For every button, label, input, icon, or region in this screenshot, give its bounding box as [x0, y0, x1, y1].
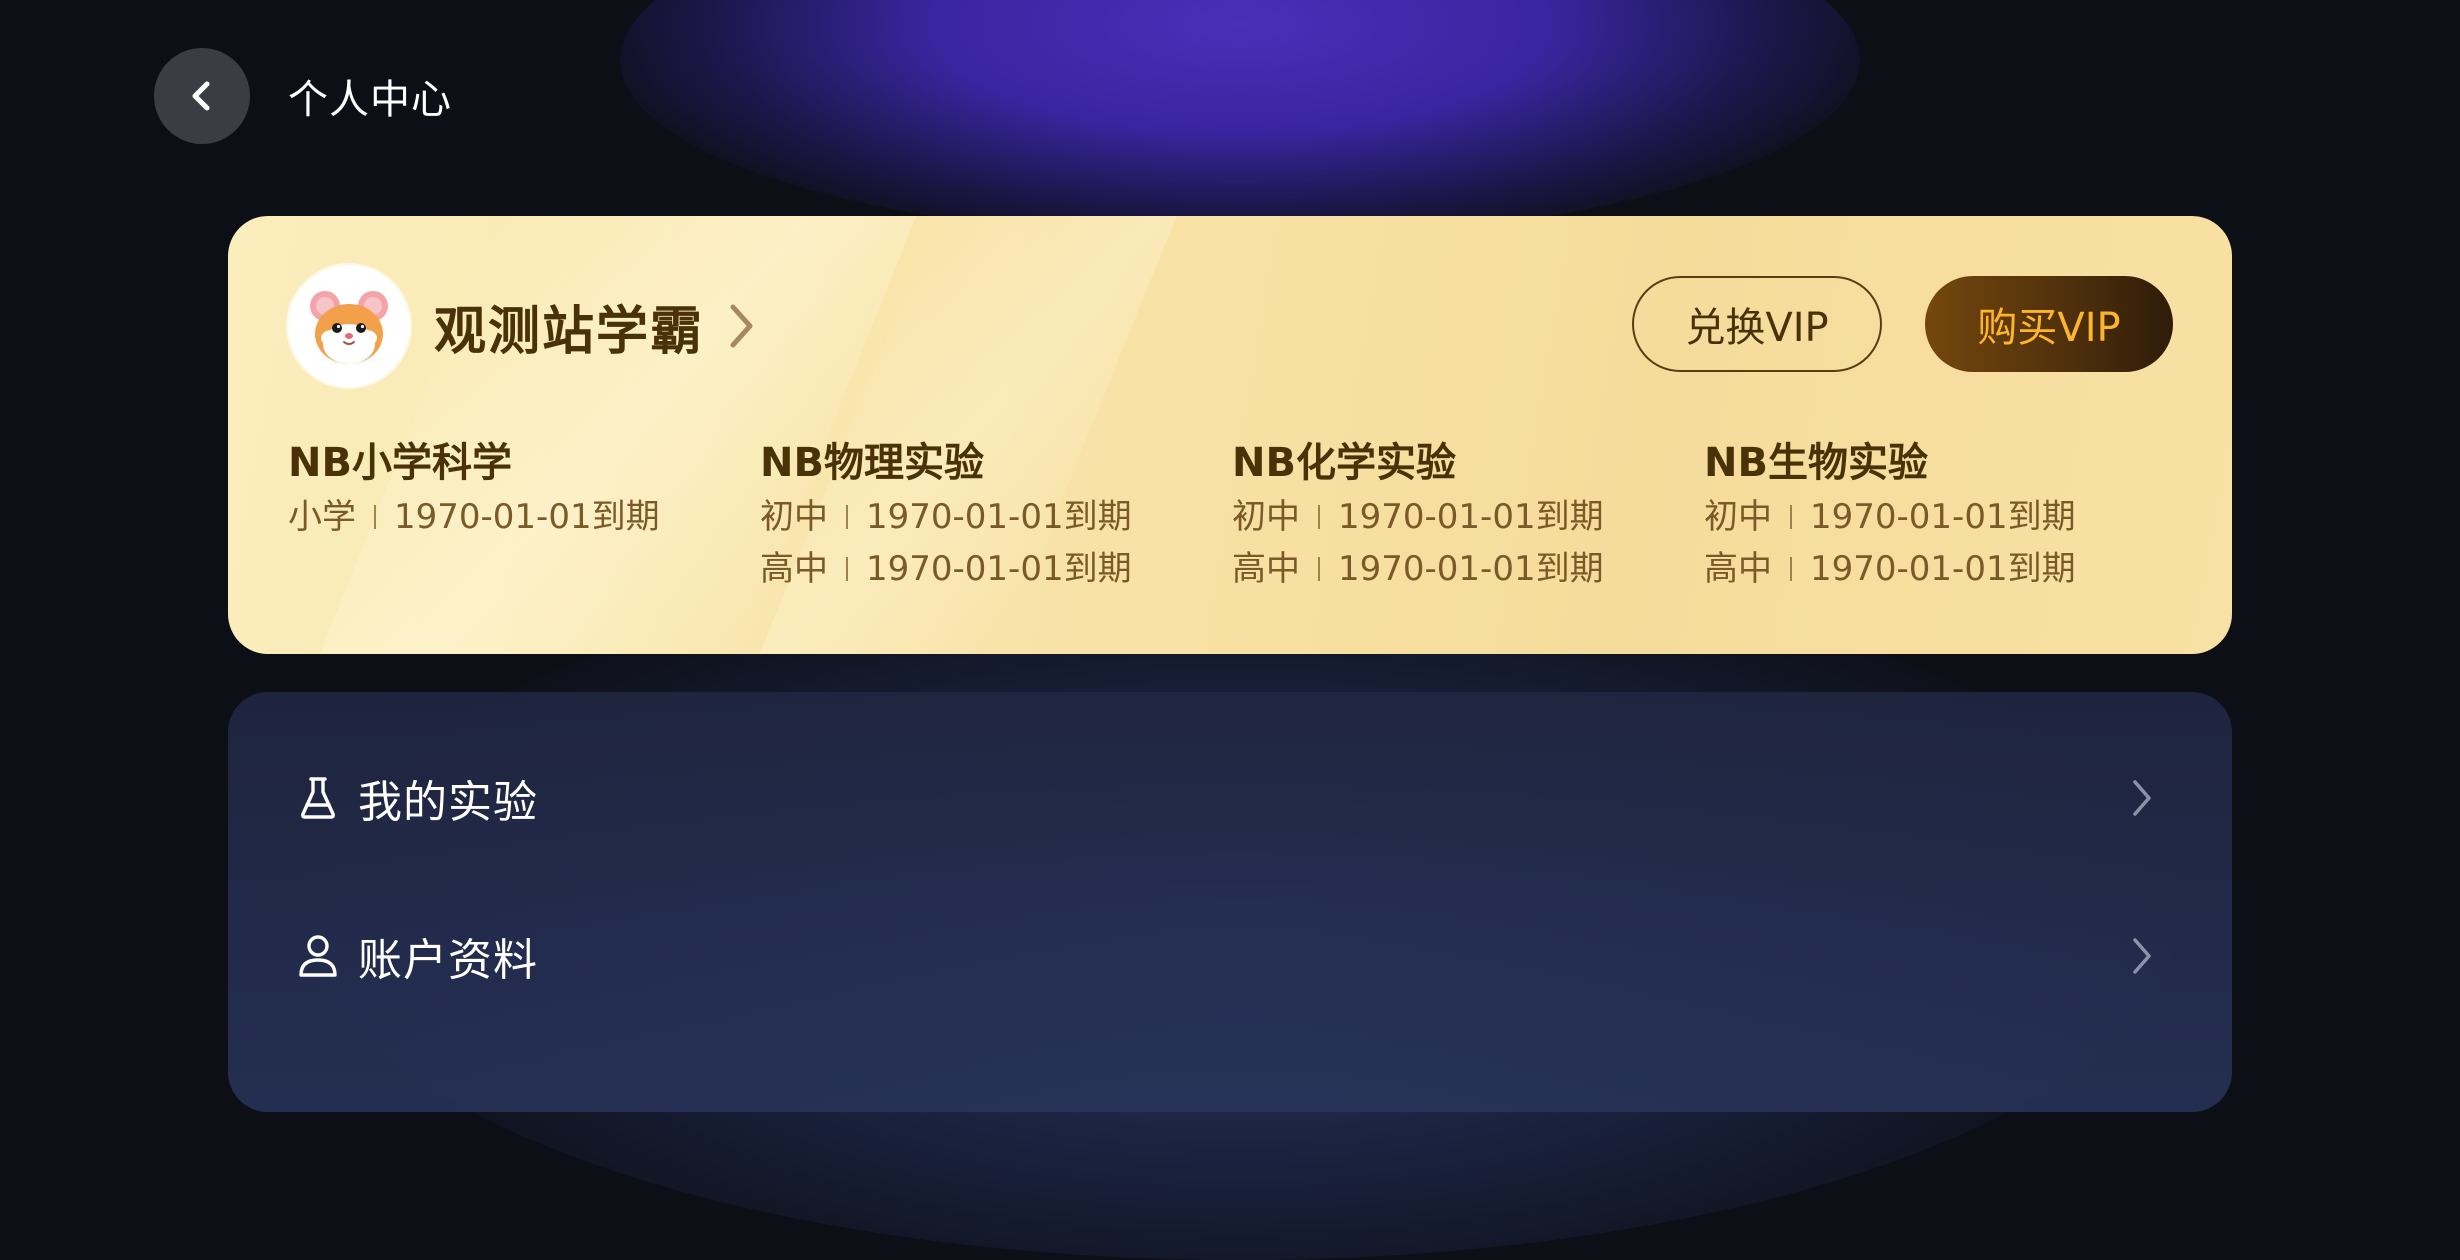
username: 观测站学霸 [434, 301, 705, 362]
subject-physics: NB物理实验 初中 1970-01-01到期 高中 1970-01-01到期 [760, 438, 1200, 592]
subject-elementary-science: NB小学科学 小学 1970-01-01到期 [288, 438, 728, 540]
subject-level-row: 高中 1970-01-01到期 [1232, 546, 1672, 592]
divider [846, 557, 848, 581]
subject-level-row: 初中 1970-01-01到期 [1704, 494, 2144, 540]
subject-name: NB生物实验 [1704, 440, 1928, 486]
subject-level-row: 高中 1970-01-01到期 [760, 546, 1200, 592]
expiry-date: 1970-01-01到期 [1338, 549, 1604, 589]
level-label: 高中 [1704, 549, 1772, 589]
level-label: 小学 [288, 497, 356, 537]
vip-card: 观测站学霸 兑换VIP 购买VIP NB小学科学 小学 1970-01-01到期… [228, 216, 2232, 654]
level-label: 初中 [1232, 497, 1300, 537]
buy-vip-button[interactable]: 购买VIP [1925, 276, 2173, 372]
expiry-date: 1970-01-01到期 [1810, 497, 2076, 537]
subject-biology: NB生物实验 初中 1970-01-01到期 高中 1970-01-01到期 [1704, 438, 2144, 592]
level-label: 高中 [1232, 549, 1300, 589]
subject-name: NB小学科学 [288, 440, 512, 486]
page-title: 个人中心 [288, 77, 452, 123]
top-purple-glow [620, 0, 1860, 240]
divider [1790, 557, 1792, 581]
expiry-date: 1970-01-01到期 [866, 549, 1132, 589]
level-label: 初中 [760, 497, 828, 537]
subject-level-row: 小学 1970-01-01到期 [288, 494, 728, 540]
flask-icon [296, 776, 340, 820]
subject-chemistry: NB化学实验 初中 1970-01-01到期 高中 1970-01-01到期 [1232, 438, 1672, 592]
divider [1318, 557, 1320, 581]
chevron-right-icon [2130, 936, 2154, 976]
menu-label: 账户资料 [358, 935, 538, 986]
menu-item-account-info[interactable]: 账户资料 [228, 886, 2232, 1026]
level-label: 高中 [760, 549, 828, 589]
level-label: 初中 [1704, 497, 1772, 537]
back-button[interactable] [154, 48, 250, 144]
expiry-date: 1970-01-01到期 [1810, 549, 2076, 589]
subject-name: NB物理实验 [760, 440, 984, 486]
chevron-right-icon [2130, 778, 2154, 818]
divider [1318, 505, 1320, 529]
redeem-vip-button[interactable]: 兑换VIP [1632, 276, 1882, 372]
expiry-date: 1970-01-01到期 [1338, 497, 1604, 537]
user-profile-link[interactable]: 观测站学霸 [288, 264, 756, 388]
divider [374, 505, 376, 529]
menu-item-my-experiments[interactable]: 我的实验 [228, 728, 2232, 868]
divider [846, 505, 848, 529]
page-header: 个人中心 [154, 48, 452, 144]
subject-name: NB化学实验 [1232, 440, 1456, 486]
user-icon [296, 934, 340, 978]
menu-label: 我的实验 [358, 777, 538, 828]
divider [1790, 505, 1792, 529]
expiry-date: 1970-01-01到期 [394, 497, 660, 537]
chevron-right-icon [726, 301, 756, 351]
subject-level-row: 初中 1970-01-01到期 [1232, 494, 1672, 540]
expiry-date: 1970-01-01到期 [866, 497, 1132, 537]
subject-level-row: 高中 1970-01-01到期 [1704, 546, 2144, 592]
menu-panel: 我的实验 账户资料 [228, 692, 2232, 1112]
subject-level-row: 初中 1970-01-01到期 [760, 494, 1200, 540]
avatar [288, 265, 410, 387]
hamster-avatar-icon [310, 291, 388, 364]
chevron-left-icon [192, 81, 210, 111]
